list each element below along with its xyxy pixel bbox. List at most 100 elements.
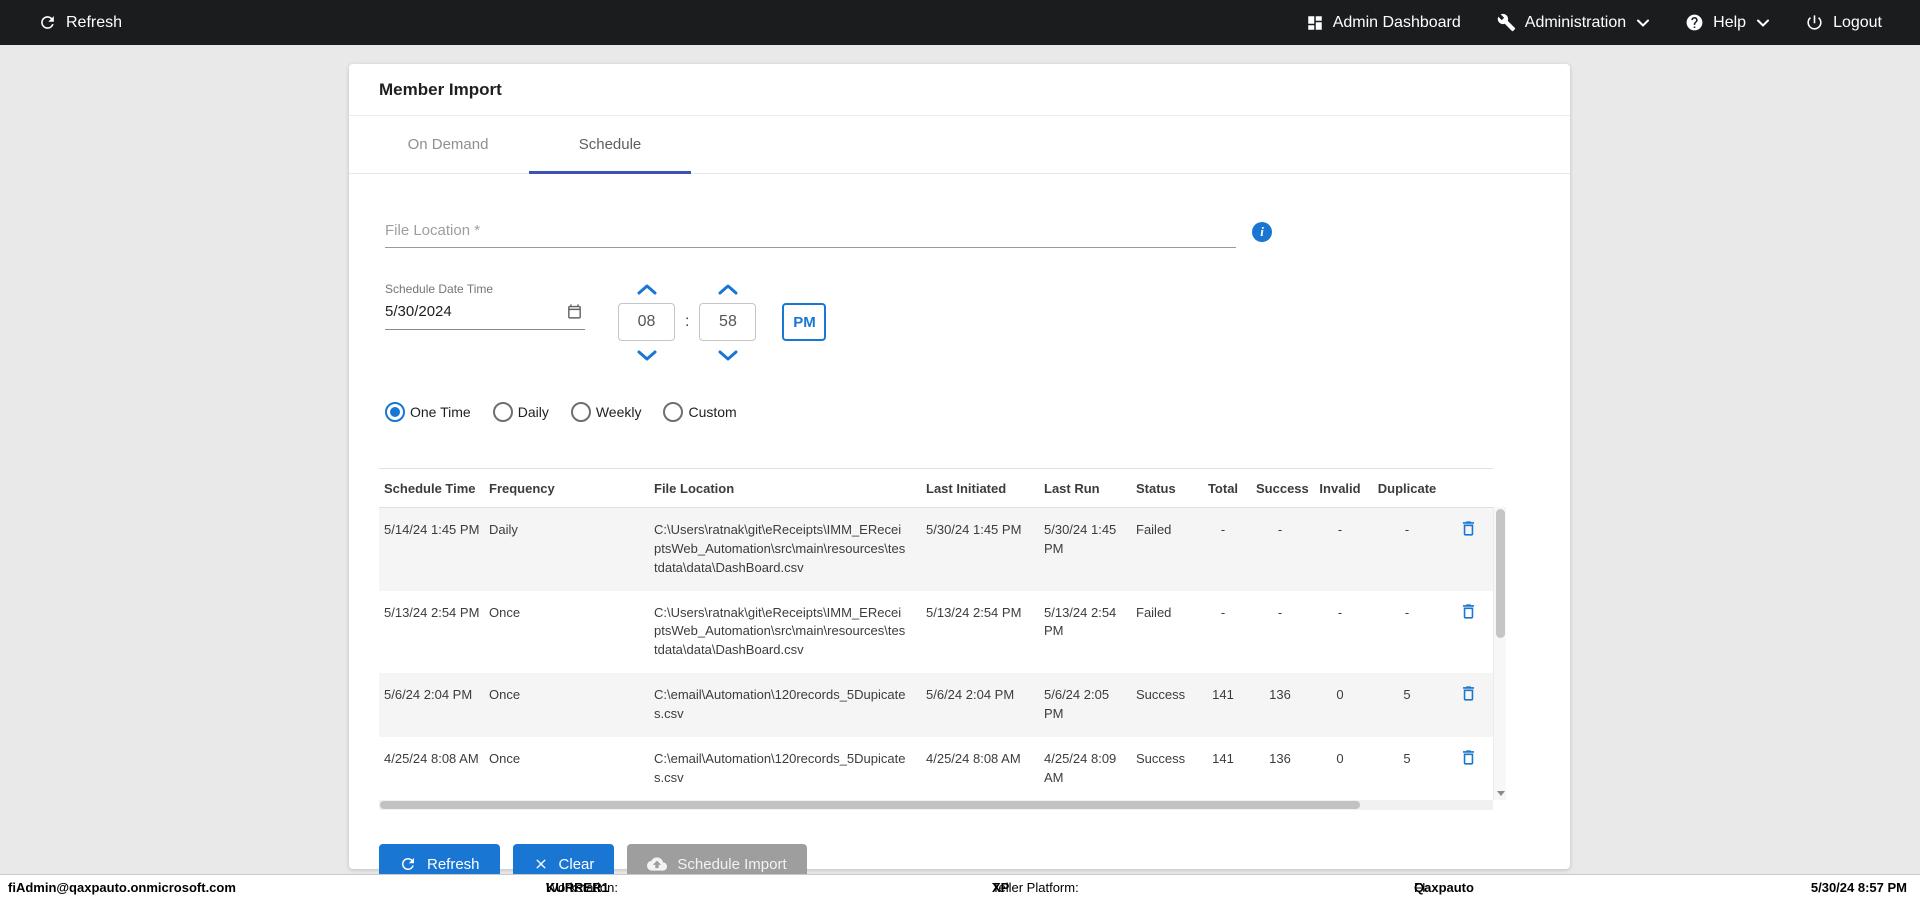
info-icon[interactable]: i (1252, 222, 1272, 242)
hour-input[interactable] (618, 303, 675, 341)
footer-workstation: Workstation: KURRER1 (546, 875, 618, 901)
calendar-icon[interactable] (566, 303, 583, 325)
cell-duplicate: - (1404, 522, 1410, 537)
hour-decrement-button[interactable] (636, 348, 658, 362)
scroll-down-icon[interactable] (1497, 791, 1505, 797)
cell-total: - (1220, 522, 1226, 537)
schedule-datetime-row: Schedule Date Time 5/30/2024 08: 58 PM (385, 282, 1570, 362)
cell-last-initiated: 5/6/24 2:04 PM (926, 687, 1015, 703)
member-import-card: Member Import On Demand Schedule i Sched… (349, 64, 1570, 885)
cell-frequency: Daily (489, 522, 518, 537)
time-spinner: : PM (618, 282, 827, 362)
cell-success: - (1277, 522, 1283, 537)
col-success: Success (1256, 481, 1309, 496)
refresh-icon (399, 855, 417, 873)
cell-last-initiated: 5/13/24 2:54 PM (926, 604, 1022, 620)
col-status: Status (1136, 481, 1176, 496)
topbar-left: Refresh (38, 13, 122, 32)
admin-dashboard-nav[interactable]: Admin Dashboard (1306, 14, 1461, 32)
cell-last-run: 4/25/24 8:09 AM (1044, 750, 1117, 785)
footer-user: fiAdmin@qaxpauto.onmicrosoft.com (8, 880, 236, 895)
radio-icon (663, 402, 684, 422)
radio-label: Custom (688, 404, 737, 420)
radio-weekly[interactable]: Weekly (570, 402, 642, 422)
schedule-form: i Schedule Date Time (349, 216, 1570, 422)
administration-label: Administration (1524, 13, 1627, 31)
refresh-icon (38, 13, 57, 32)
frequency-radio-group: One Time Daily Weekly Custom (385, 402, 1570, 422)
radio-label: Daily (517, 404, 549, 420)
cell-schedule-time: 5/14/24 1:45 PM (384, 522, 480, 537)
radio-icon (570, 402, 591, 422)
refresh-button-label: Refresh (427, 855, 480, 873)
power-icon (1805, 13, 1824, 32)
cell-file-location: C:\email\Automation\120records_5Dupicate… (654, 750, 906, 785)
time-separator: : (685, 313, 690, 330)
tab-schedule[interactable]: Schedule (529, 116, 691, 174)
cell-last-run: 5/30/24 1:45 PM (1044, 522, 1117, 556)
file-location-input[interactable] (385, 216, 1236, 248)
chevron-down-icon (1637, 19, 1650, 27)
cell-status: Failed (1136, 604, 1172, 620)
table-horizontal-scrollbar[interactable] (379, 800, 1493, 811)
close-icon (533, 856, 549, 872)
cell-last-run: 5/6/24 2:05 PM (1044, 687, 1110, 721)
cell-last-run: 5/13/24 2:54 PM (1044, 604, 1117, 639)
schedule-import-button-label: Schedule Import (677, 855, 787, 873)
fi-label: FI: (1414, 880, 1430, 895)
delete-row-button[interactable] (1459, 602, 1478, 624)
dashboard-icon (1306, 14, 1324, 32)
schedule-date-input[interactable] (385, 299, 585, 329)
help-menu[interactable]: Help (1685, 13, 1770, 32)
cell-total: 141 (1212, 750, 1234, 766)
table-row: 4/25/24 8:08 AM Once C:\email\Automation… (379, 737, 1493, 801)
cell-schedule-time: 5/6/24 2:04 PM (384, 687, 473, 703)
cell-invalid: - (1337, 604, 1343, 620)
cell-invalid: - (1337, 522, 1343, 537)
file-location-field: i (385, 216, 1285, 248)
cell-invalid: 0 (1336, 750, 1344, 766)
table-row: 5/13/24 2:54 PM Once C:\Users\ratnak\git… (379, 591, 1493, 674)
status-bar: fiAdmin@qaxpauto.onmicrosoft.com Worksta… (0, 874, 1920, 901)
delete-row-button[interactable] (1459, 748, 1478, 770)
col-actions (1452, 469, 1493, 508)
refresh-nav[interactable]: Refresh (38, 13, 122, 32)
cloud-upload-icon (647, 854, 668, 874)
cell-last-initiated: 5/30/24 1:45 PM (926, 522, 1022, 537)
scrollbar-thumb[interactable] (380, 801, 1361, 810)
radio-daily[interactable]: Daily (492, 402, 549, 422)
table-vertical-scrollbar[interactable] (1493, 507, 1506, 801)
minute-input[interactable] (699, 303, 757, 341)
administration-menu[interactable]: Administration (1497, 13, 1650, 32)
workstation-label: Workstation: (546, 880, 619, 895)
col-last-initiated: Last Initiated (926, 481, 1007, 496)
teller-platform-label: Teller Platform: (992, 880, 1079, 895)
radio-label: One Time (410, 404, 471, 420)
cell-last-initiated: 4/25/24 8:08 AM (926, 750, 1021, 766)
col-invalid: Invalid (1319, 481, 1361, 496)
tab-on-demand[interactable]: On Demand (367, 116, 529, 173)
topbar: Refresh Admin Dashboard Administration H… (0, 0, 1920, 45)
schedule-datetime-label: Schedule Date Time (385, 282, 494, 296)
table-header-row: Schedule Time Frequency File Location La… (379, 468, 1493, 508)
meridiem-toggle[interactable]: PM (782, 303, 827, 341)
radio-custom[interactable]: Custom (663, 402, 737, 422)
col-schedule-time: Schedule Time (384, 481, 476, 496)
cell-frequency: Once (489, 604, 521, 620)
cell-frequency: Once (489, 687, 521, 703)
tab-bar: On Demand Schedule (349, 116, 1570, 174)
cell-duplicate: - (1404, 604, 1410, 620)
cell-file-location: C:\email\Automation\120records_5Dupicate… (654, 687, 906, 721)
minute-increment-button[interactable] (717, 282, 739, 296)
radio-label: Weekly (595, 404, 642, 420)
scrollbar-thumb[interactable] (1496, 509, 1505, 639)
help-label: Help (1713, 13, 1747, 31)
schedule-table: Schedule Time Frequency File Location La… (379, 468, 1506, 811)
delete-row-button[interactable] (1459, 519, 1478, 541)
delete-row-button[interactable] (1459, 684, 1478, 706)
minute-decrement-button[interactable] (717, 348, 739, 362)
radio-one-time[interactable]: One Time (385, 402, 471, 422)
hour-increment-button[interactable] (636, 282, 658, 296)
logout-nav[interactable]: Logout (1805, 13, 1882, 32)
cell-schedule-time: 4/25/24 8:08 AM (384, 750, 479, 766)
